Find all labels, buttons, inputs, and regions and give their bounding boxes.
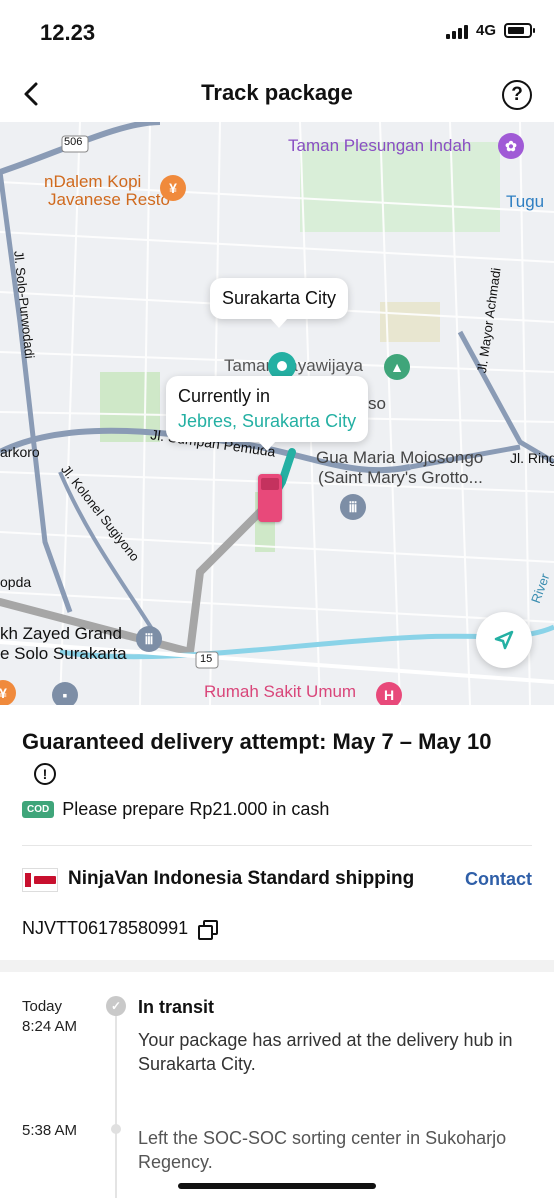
tracking-number: NJVTT06178580991: [22, 918, 189, 938]
map-label-tugu: Tugu: [506, 192, 545, 211]
contact-link[interactable]: Contact: [465, 869, 532, 890]
battery-icon: [504, 23, 535, 38]
help-icon[interactable]: ?: [502, 80, 532, 110]
transit-icon[interactable]: ▪: [52, 682, 78, 705]
map-label-gua-maria: Gua Maria Mojosongo: [316, 448, 484, 467]
road-shield-15: 15: [200, 653, 213, 665]
tracking-timeline: Today 8:24 AM ✓ In transit Your package …: [0, 972, 554, 1200]
navigation-arrow-icon: [494, 630, 514, 650]
timeline-date: Today 8:24 AM: [22, 997, 77, 1037]
map-label-rumah-sakit: Rumah Sakit Umum: [204, 682, 357, 701]
current-location-bubble: Currently in Jebres, Surakarta City: [166, 376, 369, 451]
recenter-button[interactable]: [476, 612, 532, 668]
map-label-so: so: [368, 394, 386, 413]
tracking-row: NJVTT06178580991: [22, 918, 219, 940]
timeline-date-time: 5:38 AM: [22, 1122, 78, 1139]
carrier-row: NinjaVan Indonesia Standard shipping Con…: [22, 865, 532, 895]
map-label-sheikh-zayed-2: e Solo Surakarta: [0, 644, 127, 663]
tracking-map[interactable]: 506 15 Taman Plesungan Indah ✿ nDalem Ko…: [0, 122, 554, 705]
map-label-sheikh-zayed-1: kh Zayed Grand: [0, 624, 122, 643]
map-label-taman-plesungan: Taman Plesungan Indah: [288, 136, 472, 155]
timeline-date-day: Today: [22, 998, 63, 1015]
timeline-dot: [111, 1124, 121, 1134]
map-label-saint-marys-grotto: (Saint Mary's Grotto...: [318, 468, 483, 487]
check-icon: ✓: [106, 996, 126, 1016]
city-bubble: Surakarta City: [210, 278, 349, 328]
home-indicator: [178, 1183, 376, 1189]
info-alert-icon[interactable]: !: [34, 763, 56, 785]
current-location-label: Currently in: [178, 386, 271, 406]
map-label-arkoro: arkoro: [0, 444, 40, 460]
copy-icon[interactable]: [198, 919, 219, 940]
nav-header: Track package ?: [0, 66, 554, 122]
guaranteed-delivery-text: Guaranteed delivery attempt: May 7 – May…: [22, 729, 492, 754]
timeline-date-time: 8:24 AM: [22, 1018, 78, 1035]
road-shield-506: 506: [64, 136, 83, 148]
cod-badge: COD: [22, 801, 55, 818]
status-icons: 4G: [445, 22, 535, 39]
map-label-javanese-resto: Javanese Resto: [48, 190, 170, 209]
delivery-truck-icon: [258, 474, 282, 522]
map-label-ndalem-kopi: nDalem Kopi: [44, 172, 142, 191]
divider: [22, 845, 532, 846]
mosque-icon[interactable]: ⅲ: [136, 626, 162, 652]
status-bar: 12.23 4G: [0, 0, 554, 66]
city-bubble-label: Surakarta City: [222, 288, 337, 308]
timeline-line: [115, 1008, 117, 1198]
hospital-icon[interactable]: H: [376, 682, 402, 705]
map-label-jl-ring: Jl. Ring: [510, 450, 554, 466]
timeline-event-description: Your package has arrived at the delivery…: [138, 1030, 513, 1074]
status-time: 12.23: [40, 20, 96, 45]
park-icon[interactable]: ▲: [384, 354, 410, 380]
carrier-name: NinjaVan Indonesia Standard shipping: [68, 868, 415, 889]
timeline-event-description: Left the SOC-SOC sorting center in Sukoh…: [138, 1128, 507, 1172]
landmark-icon[interactable]: ⅲ: [340, 494, 366, 520]
poi-purple-icon[interactable]: ✿: [498, 133, 524, 159]
section-separator: [0, 960, 554, 972]
cod-row: COD Please prepare Rp21.000 in cash: [22, 799, 329, 820]
timeline-date: 5:38 AM: [22, 1121, 77, 1141]
timeline-event-title: In transit: [138, 997, 215, 1017]
page-title: Track package: [201, 80, 353, 105]
restaurant-icon[interactable]: ¥: [160, 175, 186, 201]
signal-icon: [445, 23, 468, 39]
cod-text: Please prepare Rp21.000 in cash: [62, 799, 330, 819]
map-label-ropda: opda: [0, 574, 32, 590]
ninjavan-logo: [22, 868, 58, 892]
network-type: 4G: [475, 22, 496, 39]
current-location-value: Jebres, Surakarta City: [178, 411, 357, 431]
